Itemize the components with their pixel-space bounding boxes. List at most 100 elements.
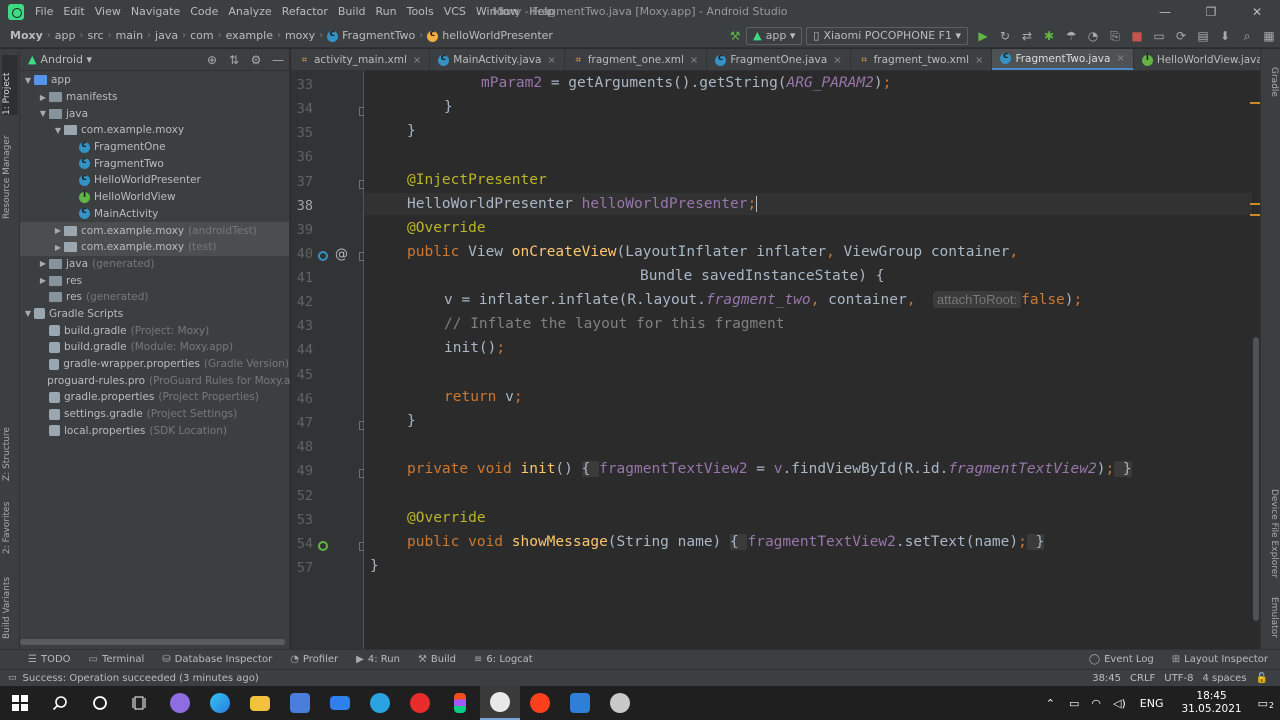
minimize-button[interactable]: — (1142, 0, 1188, 24)
implements-icon[interactable] (318, 541, 328, 551)
photos-icon[interactable] (560, 686, 600, 720)
event-log-button[interactable]: ◯ Event Log (1089, 654, 1154, 665)
tree-item[interactable]: ▼ com.example.moxy (20, 122, 289, 139)
mail-icon[interactable] (320, 686, 360, 720)
tab-fragmenttwo-java[interactable]: FragmentTwo.java × (992, 49, 1134, 70)
volume-icon[interactable]: ◁) (1113, 697, 1126, 710)
notifications-icon[interactable]: ▭ 2 (1258, 697, 1274, 710)
tab-device-file-explorer[interactable]: Device File Explorer (1263, 489, 1279, 599)
app-icon-purple[interactable] (160, 686, 200, 720)
tree-item[interactable]: ▶local.properties(SDK Location) (20, 422, 289, 439)
close-icon[interactable]: × (690, 55, 698, 66)
tool-terminal[interactable]: ▭ Terminal (89, 654, 145, 665)
scroll-thumb[interactable] (1253, 337, 1259, 621)
menu-view[interactable]: View (90, 0, 126, 24)
tab-structure[interactable]: Z: Structure (2, 411, 18, 481)
close-icon[interactable]: × (975, 55, 983, 66)
breadcrumb-item[interactable]: main (116, 29, 143, 42)
gear-icon[interactable]: ⚙ (248, 52, 264, 68)
lock-icon[interactable]: 🔓 (1256, 673, 1268, 684)
tree-item[interactable]: ▶MainActivity (20, 206, 289, 223)
debug-icon[interactable]: ✱ (1041, 28, 1057, 44)
apply-code-changes-icon[interactable]: ⇄ (1019, 28, 1035, 44)
warning-marker[interactable] (1250, 102, 1260, 104)
tree-item[interactable]: ▶ java (generated) (20, 256, 289, 273)
tool-6-logcat[interactable]: ≡ 6: Logcat (474, 654, 533, 665)
close-button[interactable]: ✕ (1234, 0, 1280, 24)
warning-marker[interactable] (1250, 203, 1260, 205)
tree-item[interactable]: ▶build.gradle(Module: Moxy.app) (20, 339, 289, 356)
chevron-up-icon[interactable]: ⌃ (1046, 697, 1055, 710)
tree-item[interactable]: ▶settings.gradle(Project Settings) (20, 406, 289, 423)
maximize-button[interactable]: ❐ (1188, 0, 1234, 24)
file-explorer-icon[interactable] (240, 686, 280, 720)
collapse-all-icon[interactable]: ⇅ (226, 52, 242, 68)
yandex-icon[interactable] (520, 686, 560, 720)
tool-profiler[interactable]: ◔ Profiler (290, 654, 338, 665)
tab-fragment-two-xml[interactable]: ⌗ fragment_two.xml × (851, 49, 993, 70)
breadcrumb-item[interactable]: app (55, 29, 76, 42)
store-icon[interactable] (280, 686, 320, 720)
run-icon[interactable]: ▶ (975, 28, 991, 44)
sdk-manager-icon[interactable]: ⬇ (1217, 28, 1233, 44)
tab-fragmentone-java[interactable]: FragmentOne.java × (707, 49, 851, 70)
horizontal-scrollbar[interactable] (20, 639, 285, 645)
device-select[interactable]: ▯ Xiaomi POCOPHONE F1 ▾ (806, 26, 968, 45)
tree-item[interactable]: ▶ com.example.moxy (test) (20, 238, 289, 256)
menu-analyze[interactable]: Analyze (223, 0, 276, 24)
menu-help[interactable]: Help (524, 0, 559, 24)
tree-item[interactable]: ▶res(generated) (20, 289, 289, 306)
locate-icon[interactable]: ⊕ (204, 52, 220, 68)
yandex-browser-icon[interactable] (400, 686, 440, 720)
menu-file[interactable]: File (30, 0, 58, 24)
menu-navigate[interactable]: Navigate (126, 0, 185, 24)
line-separator[interactable]: CRLF (1130, 673, 1155, 684)
tree-item[interactable]: ▶ manifests (20, 89, 289, 106)
tree-item[interactable]: ▼ java (20, 105, 289, 122)
avd-manager-icon[interactable]: ▤ (1195, 28, 1211, 44)
menu-window[interactable]: Window (471, 0, 524, 24)
tab-resource-manager[interactable]: Resource Manager (2, 129, 18, 219)
tab-mainactivity-java[interactable]: MainActivity.java × (430, 49, 565, 70)
sync-gradle-icon[interactable]: ⟳ (1173, 28, 1189, 44)
breadcrumb-item[interactable]: FragmentTwo (327, 29, 415, 42)
warning-marker[interactable] (1250, 214, 1260, 216)
tree-item[interactable]: ▼ app (20, 72, 289, 89)
tool-todo[interactable]: ☰ TODO (28, 654, 71, 665)
figma-icon[interactable] (440, 686, 480, 720)
status-toggle-icon[interactable]: ▭ (8, 673, 17, 683)
profile-icon[interactable]: ◔ (1085, 28, 1101, 44)
code-editor[interactable]: mParam2 = getArguments().getString(ARG_P… (364, 71, 1252, 649)
cortana-icon[interactable] (80, 686, 120, 720)
tree-item[interactable]: ▶ com.example.moxy (androidTest) (20, 222, 289, 239)
language-indicator[interactable]: ENG (1140, 697, 1164, 710)
tree-item[interactable]: ▶FragmentOne (20, 139, 289, 156)
breadcrumb-item[interactable]: java (155, 29, 178, 42)
chevron-right-icon[interactable]: ▶ (37, 93, 49, 102)
tree-item[interactable]: ▶proguard-rules.pro(ProGuard Rules for M… (20, 372, 308, 389)
tab-build-variants[interactable]: Build Variants (2, 569, 18, 639)
tool-build[interactable]: ⚒ Build (418, 654, 456, 665)
tool-4-run[interactable]: ▶ 4: Run (356, 654, 400, 665)
chevron-right-icon[interactable]: ▶ (52, 226, 64, 235)
tree-item[interactable]: ▶gradle-wrapper.properties(Gradle Versio… (20, 356, 289, 373)
chevron-down-icon[interactable]: ▼ (22, 309, 34, 318)
override-icon[interactable] (318, 251, 328, 261)
wifi-icon[interactable]: ◠ (1091, 697, 1101, 710)
chevron-down-icon[interactable]: ▼ (22, 76, 34, 85)
chevron-down-icon[interactable]: ▼ (52, 126, 64, 135)
snipping-tool-icon[interactable] (600, 686, 640, 720)
edge-icon[interactable] (200, 686, 240, 720)
hammer-icon[interactable]: ⚒ (727, 28, 743, 44)
tab-project[interactable]: 1: Project (2, 55, 18, 115)
menu-run[interactable]: Run (371, 0, 402, 24)
tab-helloworldview-java[interactable]: HelloWorldView.java× (1134, 49, 1260, 70)
chevron-right-icon[interactable]: ▶ (52, 243, 64, 252)
telegram-icon[interactable] (360, 686, 400, 720)
task-view-icon[interactable] (120, 686, 160, 720)
close-icon[interactable]: × (833, 55, 841, 66)
tool-database-inspector[interactable]: ⛁ Database Inspector (162, 654, 272, 665)
device-manager-icon[interactable]: ▭ (1151, 28, 1167, 44)
android-studio-taskbar-icon[interactable] (480, 686, 520, 720)
close-icon[interactable]: × (413, 55, 421, 66)
